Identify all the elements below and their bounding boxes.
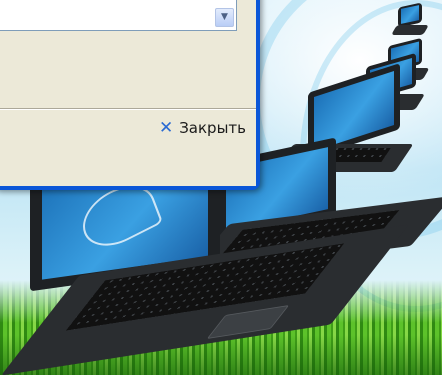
close-icon: ✕ (158, 117, 174, 138)
dialog-body: ▼ ✕ Закрыть (0, 0, 256, 186)
dropdown-select[interactable]: ▼ (0, 0, 237, 31)
close-button[interactable]: ✕ Закрыть (159, 119, 246, 137)
dropdown-button[interactable]: ▼ (215, 8, 234, 27)
chevron-down-icon: ▼ (221, 12, 228, 22)
close-button-label: Закрыть (179, 119, 246, 137)
divider-highlight (0, 109, 256, 110)
dialog-window: ▼ ✕ Закрыть (0, 0, 260, 190)
